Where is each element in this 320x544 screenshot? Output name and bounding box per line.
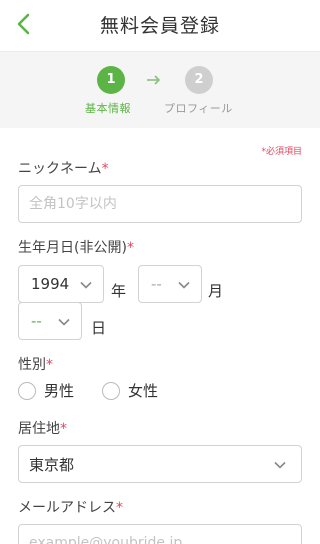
gender-male-option[interactable]: 男性 bbox=[18, 380, 74, 401]
required-mark: * bbox=[116, 500, 123, 516]
birth-month-select[interactable]: -- bbox=[138, 265, 202, 303]
step-2-circle: 2 bbox=[185, 66, 213, 94]
required-mark: * bbox=[46, 357, 53, 373]
residence-value: 東京都 bbox=[29, 455, 75, 474]
step-1-circle: 1 bbox=[97, 66, 125, 94]
required-mark: * bbox=[101, 161, 109, 177]
email-input[interactable] bbox=[18, 524, 302, 544]
required-mark: * bbox=[126, 240, 134, 256]
required-mark: * bbox=[60, 421, 67, 437]
birth-year-select[interactable]: 1994 bbox=[18, 265, 104, 303]
nickname-label: ニックネーム* bbox=[18, 158, 109, 178]
chevron-down-icon bbox=[178, 281, 190, 289]
gender-male-label: 男性 bbox=[44, 382, 75, 400]
email-label: メールアドレス* bbox=[18, 497, 123, 517]
radio-button[interactable] bbox=[18, 381, 36, 400]
year-unit: 年 bbox=[111, 282, 127, 300]
nickname-input[interactable] bbox=[18, 185, 302, 223]
app-header: 無料会員登録 bbox=[0, 0, 320, 52]
gender-female-label: 女性 bbox=[128, 382, 159, 400]
gender-label-text: 性別 bbox=[18, 357, 46, 373]
nickname-label-text: ニックネーム bbox=[18, 161, 102, 177]
residence-label-text: 居住地 bbox=[18, 421, 60, 437]
residence-label: 居住地* bbox=[18, 418, 67, 438]
step-1-label: 基本情報 bbox=[85, 102, 131, 115]
birth-month-value: -- bbox=[151, 275, 162, 293]
birthday-label-text: 生年月日(非公開) bbox=[18, 240, 127, 256]
day-unit: 日 bbox=[91, 319, 107, 337]
birthday-label: 生年月日(非公開)* bbox=[18, 237, 134, 257]
gender-female-option[interactable]: 女性 bbox=[102, 380, 158, 401]
required-note: *必須項目 bbox=[261, 147, 302, 157]
step-2-label: プロフィール bbox=[164, 102, 233, 115]
email-label-text: メールアドレス bbox=[18, 500, 116, 516]
chevron-down-icon bbox=[80, 281, 92, 289]
gender-label: 性別* bbox=[18, 354, 53, 374]
arrow-right-icon bbox=[140, 66, 168, 94]
birth-year-value: 1994 bbox=[31, 275, 70, 293]
month-unit: 月 bbox=[208, 282, 224, 300]
birth-day-select[interactable]: -- bbox=[18, 302, 82, 340]
chevron-down-icon bbox=[58, 318, 70, 326]
birth-day-value: -- bbox=[31, 312, 42, 330]
radio-button[interactable] bbox=[102, 381, 120, 400]
residence-select[interactable]: 東京都 bbox=[18, 445, 302, 483]
page-title: 無料会員登録 bbox=[99, 15, 220, 37]
chevron-down-icon bbox=[274, 461, 286, 469]
progress-steps: 1 2 基本情報 プロフィール bbox=[0, 52, 320, 128]
